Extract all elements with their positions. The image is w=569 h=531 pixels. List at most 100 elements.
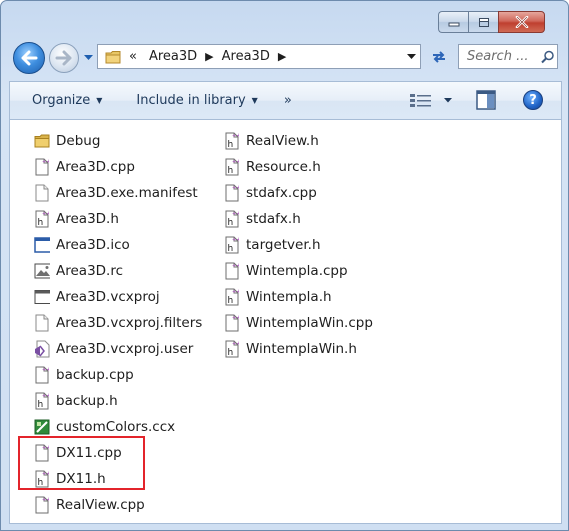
file-item[interactable]: Area3D.rc [34,258,202,284]
file-name: Wintempla.h [246,289,332,305]
svg-text:h: h [228,166,234,176]
breadcrumb: « Area3D ▶ Area3D ▶ [129,49,294,64]
file-name: Wintempla.cpp [246,263,348,279]
svg-text:h: h [228,140,234,150]
file-item[interactable]: h++ Resource.h [224,154,373,180]
file-item[interactable]: h++ Area3D.h [34,206,202,232]
header-file-icon: h++ [224,132,240,150]
forward-button[interactable] [49,43,79,73]
preview-pane-icon [476,90,496,110]
file-name: WintemplaWin.h [246,341,357,357]
cpp-file-icon: ++ [34,158,50,176]
image-file-icon [34,262,50,280]
include-in-library-label: Include in library [136,93,246,108]
address-dropdown[interactable] [404,45,418,68]
breadcrumb-separator[interactable]: ▶ [278,50,286,63]
chevron-down-icon: ▼ [96,96,103,105]
file-name: backup.h [56,393,118,409]
maximize-icon [478,17,489,27]
header-file-icon: h++ [224,340,240,358]
breadcrumb-item-area3d[interactable]: Area3D [222,49,270,64]
file-name: Debug [56,133,101,149]
file-item[interactable]: h++ stdafx.h [224,206,373,232]
preview-pane-button[interactable] [476,90,496,110]
organize-label: Organize [32,93,91,108]
breadcrumb-overflow[interactable]: « [129,49,137,64]
file-item[interactable]: ++ stdafx.cpp [224,180,373,206]
file-item[interactable]: h++ backup.h [34,388,202,414]
include-in-library-menu[interactable]: Include in library ▼ [127,88,266,114]
file-item[interactable]: h++ Wintempla.h [224,284,373,310]
file-item[interactable]: ++ backup.cpp [34,362,202,388]
file-item[interactable]: Debug [34,128,202,154]
minimize-button[interactable] [438,11,468,33]
svg-text:++: ++ [42,393,49,399]
file-item[interactable]: h++ WintemplaWin.h [224,336,373,362]
maximize-button[interactable] [468,11,498,33]
help-button[interactable]: ? [523,90,543,110]
more-commands-button[interactable]: » [275,88,301,114]
file-name: stdafx.h [246,211,301,227]
svg-text:h: h [228,218,234,228]
file-name: Area3D.ico [56,237,130,253]
file-item[interactable]: Area3D.vcxproj.filters [34,310,202,336]
svg-text:++: ++ [232,185,239,191]
file-item[interactable]: Area3D.vcxproj [34,284,202,310]
svg-text:h: h [228,348,234,358]
back-button[interactable] [13,42,45,74]
file-name: Resource.h [246,159,321,175]
svg-text:++: ++ [232,341,239,347]
address-bar[interactable]: « Area3D ▶ Area3D ▶ [97,44,421,69]
back-arrow-icon [21,50,38,66]
svg-text:++: ++ [232,263,239,269]
header-file-icon: h++ [34,210,50,228]
file-name: targetver.h [246,237,321,253]
svg-text:h: h [228,244,234,254]
help-icon: ? [529,92,537,108]
recent-pages-dropdown[interactable] [81,51,95,65]
highlight-box [18,436,145,490]
file-item[interactable]: ++ WintemplaWin.cpp [224,310,373,336]
svg-text:++: ++ [232,133,239,139]
search-box[interactable] [458,44,558,69]
file-name: backup.cpp [56,367,134,383]
search-input[interactable] [467,49,539,64]
search-icon [541,50,554,63]
close-button[interactable] [498,11,545,33]
svg-text:++: ++ [42,211,49,217]
file-name: RealView.h [246,133,319,149]
header-file-icon: h++ [224,288,240,306]
file-item[interactable]: h++ RealView.h [224,128,373,154]
file-item[interactable]: ++ Wintempla.cpp [224,258,373,284]
change-view-button[interactable] [409,88,453,114]
folder-icon [105,50,121,63]
svg-text:h: h [38,218,44,228]
minimize-icon [448,22,459,27]
file-item[interactable]: Area3D.exe.manifest [34,180,202,206]
svg-text:++: ++ [42,159,49,165]
command-bar: Organize ▼ Include in library ▼ » ? [9,81,562,119]
file-list-pane[interactable]: Debug++Area3D.cppArea3D.exe.manifesth++A… [9,119,562,524]
file-item[interactable]: Area3D.vcxproj.user [34,336,202,362]
explorer-window: « Area3D ▶ Area3D ▶ Organize ▼ Include i… [0,0,569,531]
vs-user-file-icon [34,340,50,358]
file-name: stdafx.cpp [246,185,317,201]
file-item[interactable]: Area3D.ico [34,232,202,258]
refresh-icon [433,50,445,63]
file-name: Area3D.rc [56,263,124,279]
svg-text:++: ++ [42,367,49,373]
file-name: Area3D.h [56,211,119,227]
svg-text:h: h [228,296,234,306]
chevron-down-icon [406,53,416,59]
organize-menu[interactable]: Organize ▼ [23,88,111,114]
refresh-button[interactable] [425,44,453,69]
file-name: Area3D.cpp [56,159,135,175]
file-item[interactable]: ++ Area3D.cpp [34,154,202,180]
file-item[interactable]: ++ RealView.cpp [34,492,202,518]
breadcrumb-item-area3d-parent[interactable]: Area3D [149,49,197,64]
svg-text:++: ++ [42,497,49,503]
svg-text:++: ++ [232,159,239,165]
breadcrumb-separator[interactable]: ▶ [205,50,213,63]
folder-icon [34,132,50,150]
file-item[interactable]: h++ targetver.h [224,232,373,258]
